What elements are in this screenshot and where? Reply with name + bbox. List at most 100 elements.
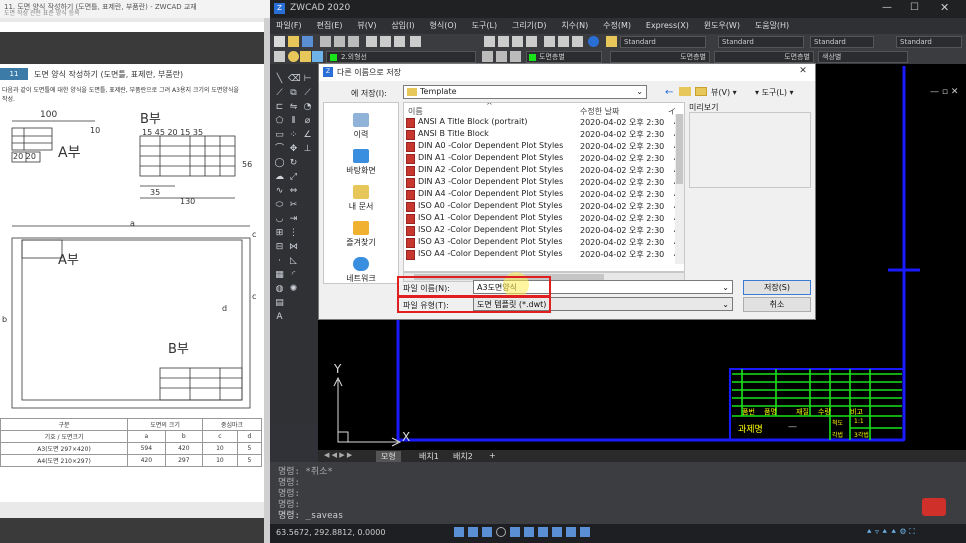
color-combo[interactable]: 도면층별 <box>526 51 602 63</box>
polygon-icon[interactable]: ⬠ <box>274 116 285 127</box>
bulb-icon[interactable] <box>288 51 299 62</box>
file-list[interactable]: 이름 ^ 수정한 날짜 イ ANSI A Title Block (portra… <box>403 102 685 272</box>
layer-state-icon[interactable] <box>510 51 521 62</box>
help-icon[interactable] <box>588 36 599 47</box>
dialog-close-icon[interactable]: ✕ <box>795 66 811 78</box>
mtext-icon[interactable]: A <box>274 312 285 323</box>
tools-menu-button[interactable]: ▾ 도구(L) ▾ <box>755 87 794 98</box>
ellipse-arc-icon[interactable]: ◡ <box>274 214 285 225</box>
file-row[interactable]: ANSI B Title Block2020-04-02 오후 2:30A <box>406 129 682 141</box>
stretch-icon[interactable]: ⇔ <box>288 186 299 197</box>
extend-icon[interactable]: ⇥ <box>288 214 299 225</box>
tab-nav-arrows[interactable]: ◀ ◀ ▶ ▶ <box>324 451 352 459</box>
place-favorites[interactable]: 즐겨찾기 <box>324 221 398 248</box>
file-list-vscrollbar[interactable] <box>675 114 684 264</box>
offset-icon[interactable]: ⫴ <box>288 116 299 127</box>
pan-icon[interactable] <box>484 36 495 47</box>
tab-layout1[interactable]: 배치1 <box>414 451 444 462</box>
file-row[interactable]: DIN A1 -Color Dependent Plot Styles 2020-… <box>406 153 682 165</box>
text-style-combo[interactable]: Standard <box>620 36 706 48</box>
erase-icon[interactable]: ⌫ <box>288 74 301 85</box>
spline-icon[interactable]: ∿ <box>274 186 285 197</box>
layer-current-icon[interactable] <box>496 51 507 62</box>
trim-icon[interactable]: ✂ <box>288 200 299 211</box>
grid-toggle-icon[interactable] <box>454 527 464 537</box>
scale-icon[interactable]: ⤢ <box>288 172 299 183</box>
save-icon[interactable] <box>302 36 313 47</box>
polyline-icon[interactable]: ⊏ <box>274 102 285 113</box>
tab-model[interactable]: 모형 <box>376 451 401 462</box>
mirror-icon[interactable]: ⇋ <box>288 102 299 113</box>
close-icon[interactable]: ✕ <box>940 1 949 14</box>
back-icon[interactable]: ← <box>665 87 673 98</box>
circle-icon[interactable]: ◯ <box>274 158 285 169</box>
menu-format[interactable]: 형식(O) <box>424 18 463 33</box>
move-icon[interactable]: ✥ <box>288 144 299 155</box>
menu-window[interactable]: 윈도우(W) <box>698 18 746 33</box>
new-icon[interactable] <box>274 36 285 47</box>
annotation-scale-icon[interactable]: ⯅ ▿ ⯅ ⯅ ⚙ ⛶ <box>866 527 915 537</box>
layer-prev-icon[interactable] <box>482 51 493 62</box>
zoom-prev-icon[interactable] <box>526 36 537 47</box>
lwt-toggle-icon[interactable] <box>552 527 562 537</box>
zoom-window-icon[interactable] <box>512 36 523 47</box>
menu-file[interactable]: 파일(F) <box>270 18 308 33</box>
otrack-toggle-icon[interactable] <box>524 527 534 537</box>
matchprop-icon[interactable] <box>410 36 421 47</box>
file-row[interactable]: DIN A0 -Color Dependent Plot Styles 2020-… <box>406 141 682 153</box>
place-history[interactable]: 이력 <box>324 113 398 140</box>
column-date-header[interactable]: 수정한 날짜 <box>580 106 619 117</box>
table-icon[interactable]: ▤ <box>274 298 285 309</box>
selection-cycling-icon[interactable] <box>580 527 590 537</box>
minimize-icon[interactable]: — <box>882 2 892 13</box>
linetype-combo[interactable]: 도면층별 <box>610 51 710 63</box>
menu-insert[interactable]: 삽입(I) <box>385 18 420 33</box>
line-icon[interactable]: ╲ <box>274 74 285 85</box>
menu-draw[interactable]: 그리기(D) <box>506 18 552 33</box>
dim-baseline-icon[interactable]: ⊥ <box>302 144 313 155</box>
dim-aligned-icon[interactable]: ⟋ <box>302 88 313 99</box>
dim-diameter-icon[interactable]: ⌀ <box>302 116 313 127</box>
open-icon[interactable] <box>288 36 299 47</box>
preview-icon[interactable] <box>334 36 345 47</box>
cancel-button[interactable]: 취소 <box>743 297 811 312</box>
tpy-toggle-icon[interactable] <box>566 527 576 537</box>
dyn-toggle-icon[interactable] <box>538 527 548 537</box>
view-menu-button[interactable]: 뷰(V) ▾ <box>711 87 737 98</box>
dim-style-combo[interactable]: Standard <box>718 36 804 48</box>
arc-icon[interactable]: ⌒ <box>274 144 285 155</box>
osnap-toggle-icon[interactable] <box>510 527 520 537</box>
menu-help[interactable]: 도움말(H) <box>749 18 795 33</box>
file-row[interactable]: ISO A2 -Color Dependent Plot Styles 2020-… <box>406 225 682 237</box>
file-row[interactable]: ANSI A Title Block (portrait) 2020-04-02 … <box>406 117 682 129</box>
region-icon[interactable]: ◍ <box>274 284 285 295</box>
print-icon[interactable] <box>320 36 331 47</box>
properties-icon[interactable] <box>544 36 555 47</box>
file-row[interactable]: ISO A0 -Color Dependent Plot Styles 2020-… <box>406 201 682 213</box>
copy-object-icon[interactable]: ⧉ <box>288 88 299 99</box>
sun-icon[interactable] <box>300 51 311 62</box>
menu-express[interactable]: Express(X) <box>640 19 695 32</box>
menu-tools[interactable]: 도구(L) <box>466 18 503 33</box>
explode-icon[interactable]: ✺ <box>288 284 299 295</box>
dim-angular-icon[interactable]: ∠ <box>302 130 313 141</box>
mleader-style-combo[interactable]: Standard <box>896 36 962 48</box>
place-documents[interactable]: 내 문서 <box>324 185 398 212</box>
tool-palette-icon[interactable] <box>572 36 583 47</box>
make-block-icon[interactable]: ⊟ <box>274 242 285 253</box>
file-row[interactable]: ISO A3 -Color Dependent Plot Styles 2020-… <box>406 237 682 249</box>
fillet-icon[interactable]: ◜ <box>288 270 299 281</box>
design-center-icon[interactable] <box>558 36 569 47</box>
save-button[interactable]: 저장(S) <box>743 280 811 295</box>
hatch-icon[interactable]: ▦ <box>274 270 285 281</box>
tab-layout2[interactable]: 배치2 <box>448 451 478 462</box>
insert-block-icon[interactable]: ⊞ <box>274 228 285 239</box>
up-folder-icon[interactable] <box>679 87 691 96</box>
menu-modify[interactable]: 수정(M) <box>597 18 637 33</box>
paste-icon[interactable] <box>394 36 405 47</box>
menu-view[interactable]: 뷰(V) <box>351 18 382 33</box>
layer-combo[interactable]: 2.외형선 <box>326 51 476 63</box>
table-style-combo[interactable]: Standard <box>810 36 874 48</box>
scroll-thumb[interactable] <box>676 114 683 184</box>
lineweight-combo[interactable]: 도면층별 <box>714 51 814 63</box>
